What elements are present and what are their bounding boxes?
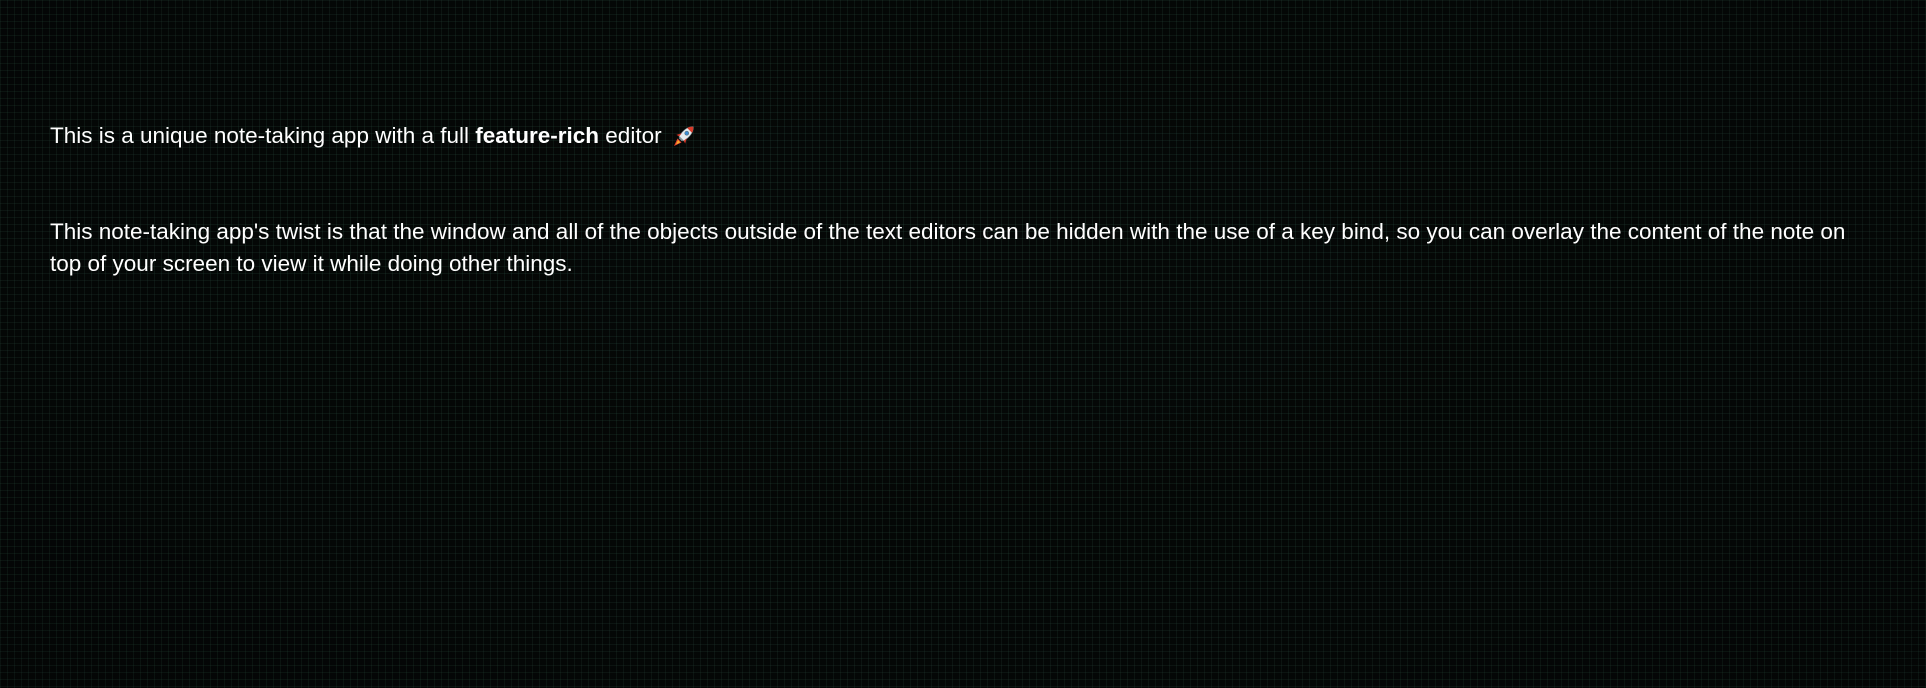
rocket-icon <box>672 122 698 148</box>
intro-bold-text: feature-rich <box>475 123 600 148</box>
text-editor[interactable]: This is a unique note-taking app with a … <box>50 120 1880 280</box>
background-grid <box>0 0 1926 688</box>
note-paragraph-twist[interactable]: This note-taking app's twist is that the… <box>50 216 1880 280</box>
intro-text-end: editor <box>599 123 668 148</box>
note-canvas: { "note": { "paragraph1": { "before": "T… <box>0 0 1926 688</box>
intro-text-start: This is a unique note-taking app with a … <box>50 123 476 148</box>
note-paragraph-intro[interactable]: This is a unique note-taking app with a … <box>50 120 1880 152</box>
